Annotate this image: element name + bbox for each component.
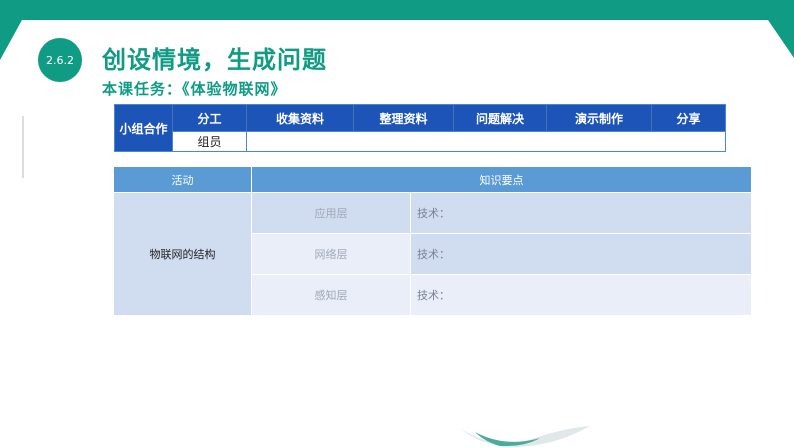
layer-label: 应用层 (252, 193, 410, 233)
group-header-cell: 收集资料 (246, 105, 353, 131)
swoosh-decoration-icon (460, 426, 590, 447)
group-header-cell: 分工 (172, 105, 246, 131)
group-header-cell: 整理资料 (353, 105, 453, 131)
activity-name: 物联网的结构 (114, 192, 251, 315)
knowledge-header: 知识要点 (252, 167, 751, 192)
activity-table: 活动 知识要点 物联网的结构 应用层 技术： 网络层 技术： 感知层 技术： (114, 167, 751, 315)
group-header-cell: 分享 (651, 105, 725, 131)
group-work-table: 小组合作 分工 收集资料 整理资料 问题解决 演示制作 分享 组员 (114, 104, 726, 152)
corner-decoration-right (768, 20, 794, 58)
corner-decoration-left (0, 20, 22, 60)
member-value (246, 131, 725, 151)
page-subtitle: 本课任务：《体验物联网》 (102, 80, 287, 98)
activity-header: 活动 (114, 167, 251, 192)
side-divider (22, 116, 24, 178)
page-title: 创设情境，生成问题 (102, 46, 327, 74)
layer-label: 感知层 (252, 275, 410, 315)
group-header-cell: 问题解决 (453, 105, 546, 131)
tech-cell: 技术： (411, 275, 751, 315)
group-header-cell: 演示制作 (546, 105, 651, 131)
top-banner (0, 0, 794, 20)
tech-cell: 技术： (411, 234, 751, 274)
member-label: 组员 (172, 131, 246, 151)
tech-cell: 技术： (411, 193, 751, 233)
section-number-badge: 2.6.2 (38, 38, 82, 82)
layer-label: 网络层 (252, 234, 410, 274)
group-work-label: 小组合作 (115, 105, 172, 151)
